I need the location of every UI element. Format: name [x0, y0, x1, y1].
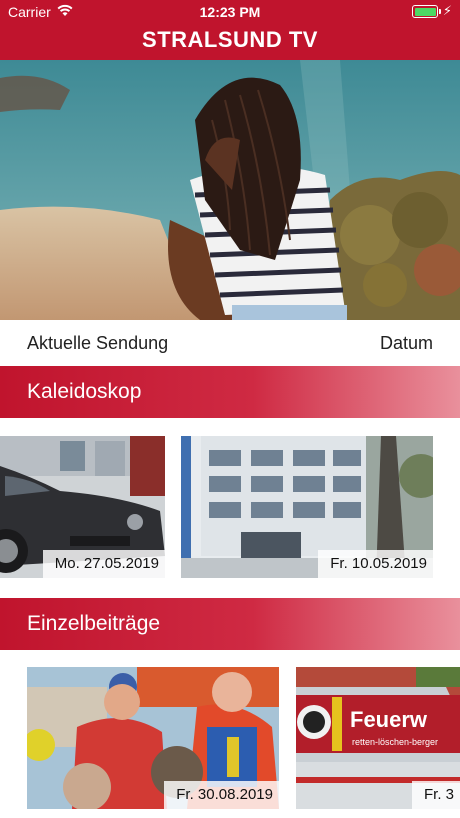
charging-bolt-icon: ⚡	[442, 3, 452, 18]
current-broadcast-row[interactable]: Aktuelle Sendung Datum	[0, 320, 460, 366]
top-bar: Carrier 12:23 PM ⚡ STRALSUND TV	[0, 0, 460, 60]
battery-icon	[412, 5, 441, 18]
video-card[interactable]: Feuerw retten-löschen-berger Fr. 3	[296, 667, 460, 809]
section-header-einzelbeitraege[interactable]: Einzelbeiträge	[0, 598, 460, 650]
video-date: Fr. 3	[411, 781, 460, 809]
status-time: 12:23 PM	[199, 4, 261, 20]
section-header-kaleidoskop[interactable]: Kaleidoskop	[0, 366, 460, 418]
video-card[interactable]: Fr. 30.08.2019	[27, 667, 279, 809]
status-bar: Carrier 12:23 PM ⚡	[0, 0, 460, 24]
einzelbeitraege-carousel[interactable]: Fr. 30.08.2019 Feuerw retten-löschen-ber…	[0, 667, 460, 809]
current-broadcast-date: Datum	[379, 333, 433, 353]
current-broadcast-label: Aktuelle Sendung	[27, 333, 169, 353]
section-title: Einzelbeiträge	[27, 612, 161, 635]
hero-image	[0, 60, 460, 320]
app-title: STRALSUND TV	[142, 27, 318, 52]
video-date: Mo. 27.05.2019	[42, 550, 165, 578]
video-date: Fr. 30.08.2019	[164, 781, 279, 809]
kaleidoskop-carousel[interactable]: Mo. 27.05.2019 Fr. 10.05.2019	[0, 436, 460, 578]
truck-banner-text: Feuerw	[350, 707, 428, 732]
truck-banner-subtext: retten-löschen-berger	[352, 737, 438, 747]
video-card[interactable]: Fr. 10.05.2019	[181, 436, 433, 578]
featured-video-thumbnail[interactable]	[0, 60, 460, 320]
video-card[interactable]: Mo. 27.05.2019	[0, 436, 165, 578]
video-date: Fr. 10.05.2019	[318, 550, 433, 578]
section-title: Kaleidoskop	[27, 380, 142, 403]
